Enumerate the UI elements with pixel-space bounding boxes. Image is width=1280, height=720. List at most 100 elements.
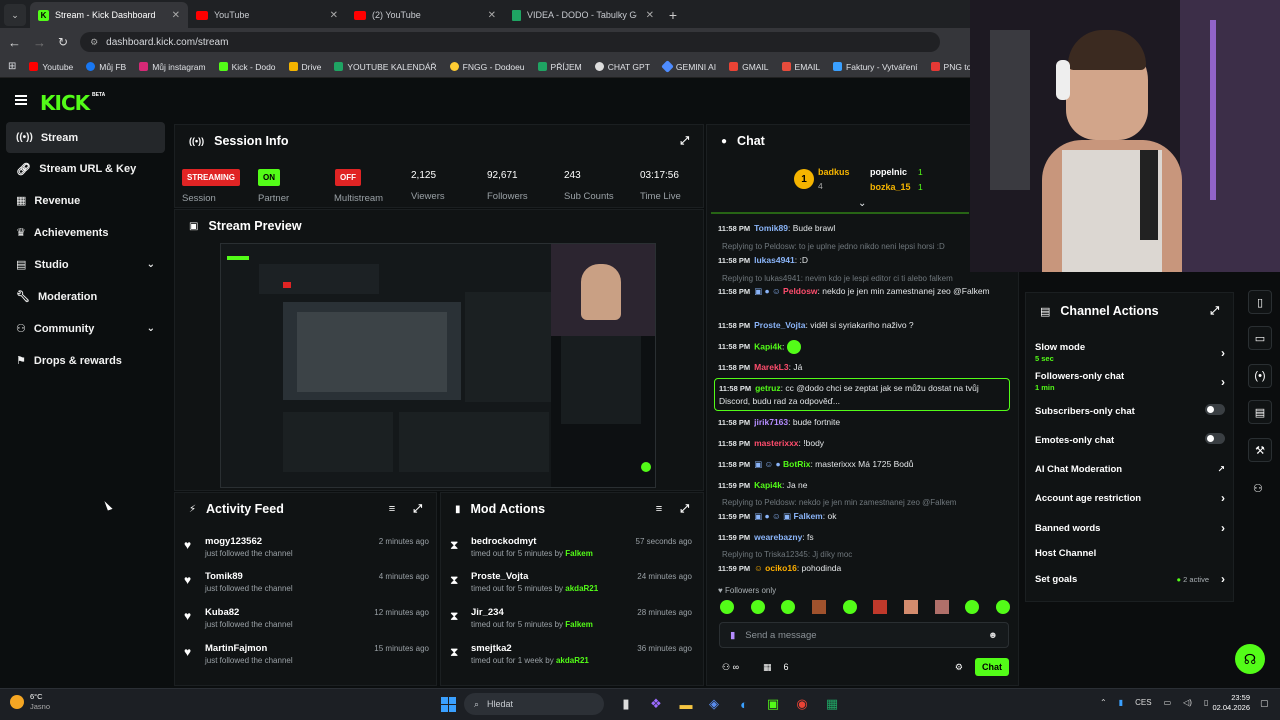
chevron-down-icon[interactable]: ⌄ (147, 323, 155, 334)
sidebar-item-revenue[interactable]: ▦ Revenue (6, 185, 165, 216)
subscribers-only-toggle[interactable] (1205, 404, 1225, 415)
filter-icon[interactable]: ≡ (656, 503, 662, 515)
emote-icon[interactable] (750, 600, 765, 614)
store-icon[interactable]: ◈ (704, 694, 724, 714)
bookmark-instagram[interactable]: Můj instagram (139, 62, 206, 72)
volume-icon[interactable]: ◁) (1183, 698, 1192, 707)
browser-tab-youtube[interactable]: YouTube ✕ (188, 2, 346, 28)
url-bar[interactable]: ⚙ dashboard.kick.com/stream (80, 32, 941, 52)
kick-logo[interactable]: KICK (40, 91, 90, 115)
reload-icon[interactable]: ↻ (58, 35, 68, 49)
support-button[interactable]: ☊ (1235, 644, 1265, 674)
close-tab-icon[interactable]: ✕ (646, 10, 654, 21)
emote-icon[interactable] (903, 600, 918, 614)
chevron-down-icon[interactable]: ⌄ (858, 198, 866, 209)
sidebar-item-community[interactable]: ⚇ Community ⌄ (6, 313, 165, 344)
calculator-icon[interactable]: ▦ (822, 694, 842, 714)
followers-only-setting[interactable]: Followers-only chat 1 min › (1035, 371, 1225, 392)
leaderboard-name[interactable]: badkus (818, 167, 850, 177)
bookmark-kick[interactable]: Kick - Dodo (218, 62, 276, 72)
taskbar-search[interactable]: ⌕ Hledat (464, 693, 604, 715)
chevron-up-icon[interactable]: ⌃ (1100, 698, 1107, 707)
new-tab-icon[interactable]: + (662, 4, 684, 26)
slow-mode-setting[interactable]: Slow mode 5 sec › (1035, 342, 1225, 363)
edge-icon[interactable]: ◐ (734, 694, 754, 714)
wrench-icon[interactable]: ⚒ (1248, 438, 1272, 462)
network-icon[interactable]: ▭ (1164, 698, 1172, 707)
bookmark-youtube-calendar[interactable]: YOUTUBE KALENDÁŘ (334, 62, 437, 72)
users-icon[interactable]: ⚇ ∞ (722, 662, 739, 673)
expand-icon[interactable]: ⤢ (1210, 305, 1219, 318)
bookmark-gemini[interactable]: GEMINI AI (661, 60, 716, 73)
sidebar-item-stream[interactable]: ((•)) Stream (6, 122, 165, 153)
site-info-icon[interactable]: ⚙ (90, 37, 98, 48)
chat-send-button[interactable]: Chat (975, 658, 1009, 676)
leaderboard-name[interactable]: bozka_15 (870, 182, 911, 192)
expand-icon[interactable]: ⤢ (680, 503, 689, 516)
bookmark-facebook[interactable]: Můj FB (86, 62, 126, 72)
sidebar-item-stream-url-key[interactable]: 🔗︎ Stream URL & Key (6, 153, 165, 184)
bookmark-faktury[interactable]: Faktury - Vytváření (833, 62, 918, 72)
sidebar-item-drops-rewards[interactable]: ⚑ Drops & rewards (6, 345, 165, 376)
expand-icon[interactable]: ⤢ (413, 503, 422, 516)
ai-chat-moderation-setting[interactable]: AI Chat Moderation ↗ (1035, 464, 1225, 475)
bookmark-gmail[interactable]: GMAIL (729, 62, 769, 72)
chat-bubble-icon[interactable]: ▭ (1248, 326, 1272, 350)
notifications-icon[interactable]: ▢ (1260, 698, 1269, 709)
gift-icon[interactable]: ▦ (763, 662, 772, 673)
account-age-setting[interactable]: Account age restriction › (1035, 491, 1225, 505)
back-icon[interactable]: ← (8, 35, 21, 50)
bookmark-fngg[interactable]: FNGG - Dodoeu (449, 62, 525, 72)
microphone-icon[interactable]: ▮ (1119, 698, 1123, 707)
bookmark-chatgpt[interactable]: CHAT GPT (594, 62, 650, 72)
set-goals-setting[interactable]: Set goals ● 2 active › (1035, 572, 1225, 586)
expand-icon[interactable]: ⤢ (680, 135, 689, 148)
banned-words-setting[interactable]: Banned words › (1035, 521, 1225, 535)
language-indicator[interactable]: CES (1135, 698, 1151, 707)
chevron-down-icon[interactable]: ⌄ (147, 259, 155, 270)
battery-icon[interactable]: ▯ (1204, 698, 1208, 707)
host-channel-setting[interactable]: Host Channel (1035, 548, 1225, 559)
chrome-icon[interactable]: ◉ (792, 694, 812, 714)
document-icon[interactable]: ▯ (1248, 290, 1272, 314)
copilot-icon[interactable]: ❖ (646, 694, 666, 714)
stream-preview-video[interactable] (220, 243, 656, 488)
emote-icon[interactable] (965, 600, 980, 614)
emoji-icon[interactable]: ☻ (988, 630, 998, 641)
close-tab-icon[interactable]: ✕ (330, 10, 338, 21)
close-tab-icon[interactable]: ✕ (488, 10, 496, 21)
windows-start-icon[interactable] (438, 694, 458, 714)
close-tab-icon[interactable]: ✕ (172, 10, 180, 21)
leaderboard-name[interactable]: popelnic (870, 167, 907, 177)
sidebar-item-moderation[interactable]: 🔧︎ Moderation (6, 281, 165, 312)
broadcast-icon[interactable]: (•) (1248, 364, 1272, 388)
emote-icon[interactable] (720, 600, 734, 614)
browser-tab-sheets[interactable]: VIDEA - DODO - Tabulky Googl ✕ (504, 2, 662, 28)
browser-tab-kick[interactable]: K Stream - Kick Dashboard ✕ (30, 2, 188, 28)
task-view-icon[interactable]: ▮ (616, 694, 636, 714)
bookmark-youtube[interactable]: Youtube (29, 62, 73, 72)
bookmark-email[interactable]: EMAIL (781, 62, 820, 72)
emote-icon[interactable] (811, 600, 826, 614)
bookmark-prijem[interactable]: PŘÍJEM (537, 62, 582, 72)
gear-icon[interactable]: ⚙ (955, 662, 963, 673)
bookmark-drive[interactable]: Drive (288, 62, 321, 72)
users-icon[interactable]: ⚇ (1253, 482, 1263, 495)
tab-list-button[interactable]: ⌄ (4, 4, 26, 26)
emote-icon[interactable] (873, 600, 888, 614)
media-icon[interactable]: ▤ (1248, 400, 1272, 424)
emote-icon[interactable] (842, 600, 857, 614)
terminal-icon[interactable]: ▣ (763, 694, 783, 714)
sidebar-item-achievements[interactable]: ♛ Achievements (6, 217, 165, 248)
microphone-icon[interactable]: ▮ (730, 630, 735, 641)
emote-icon[interactable] (781, 600, 796, 614)
chat-input[interactable]: ▮ Send a message ☻ (719, 622, 1009, 648)
emote-icon[interactable] (934, 600, 949, 614)
emotes-only-toggle[interactable] (1205, 433, 1225, 444)
filter-icon[interactable]: ≡ (389, 503, 395, 515)
clock[interactable]: 23:59 02.04.2026 (1212, 693, 1250, 713)
browser-tab-youtube-2[interactable]: (2) YouTube ✕ (346, 2, 504, 28)
sidebar-item-studio[interactable]: ▤ Studio ⌄ (6, 249, 165, 280)
apps-icon[interactable]: ⊞ (8, 61, 16, 72)
file-explorer-icon[interactable]: ▬ (676, 694, 696, 714)
